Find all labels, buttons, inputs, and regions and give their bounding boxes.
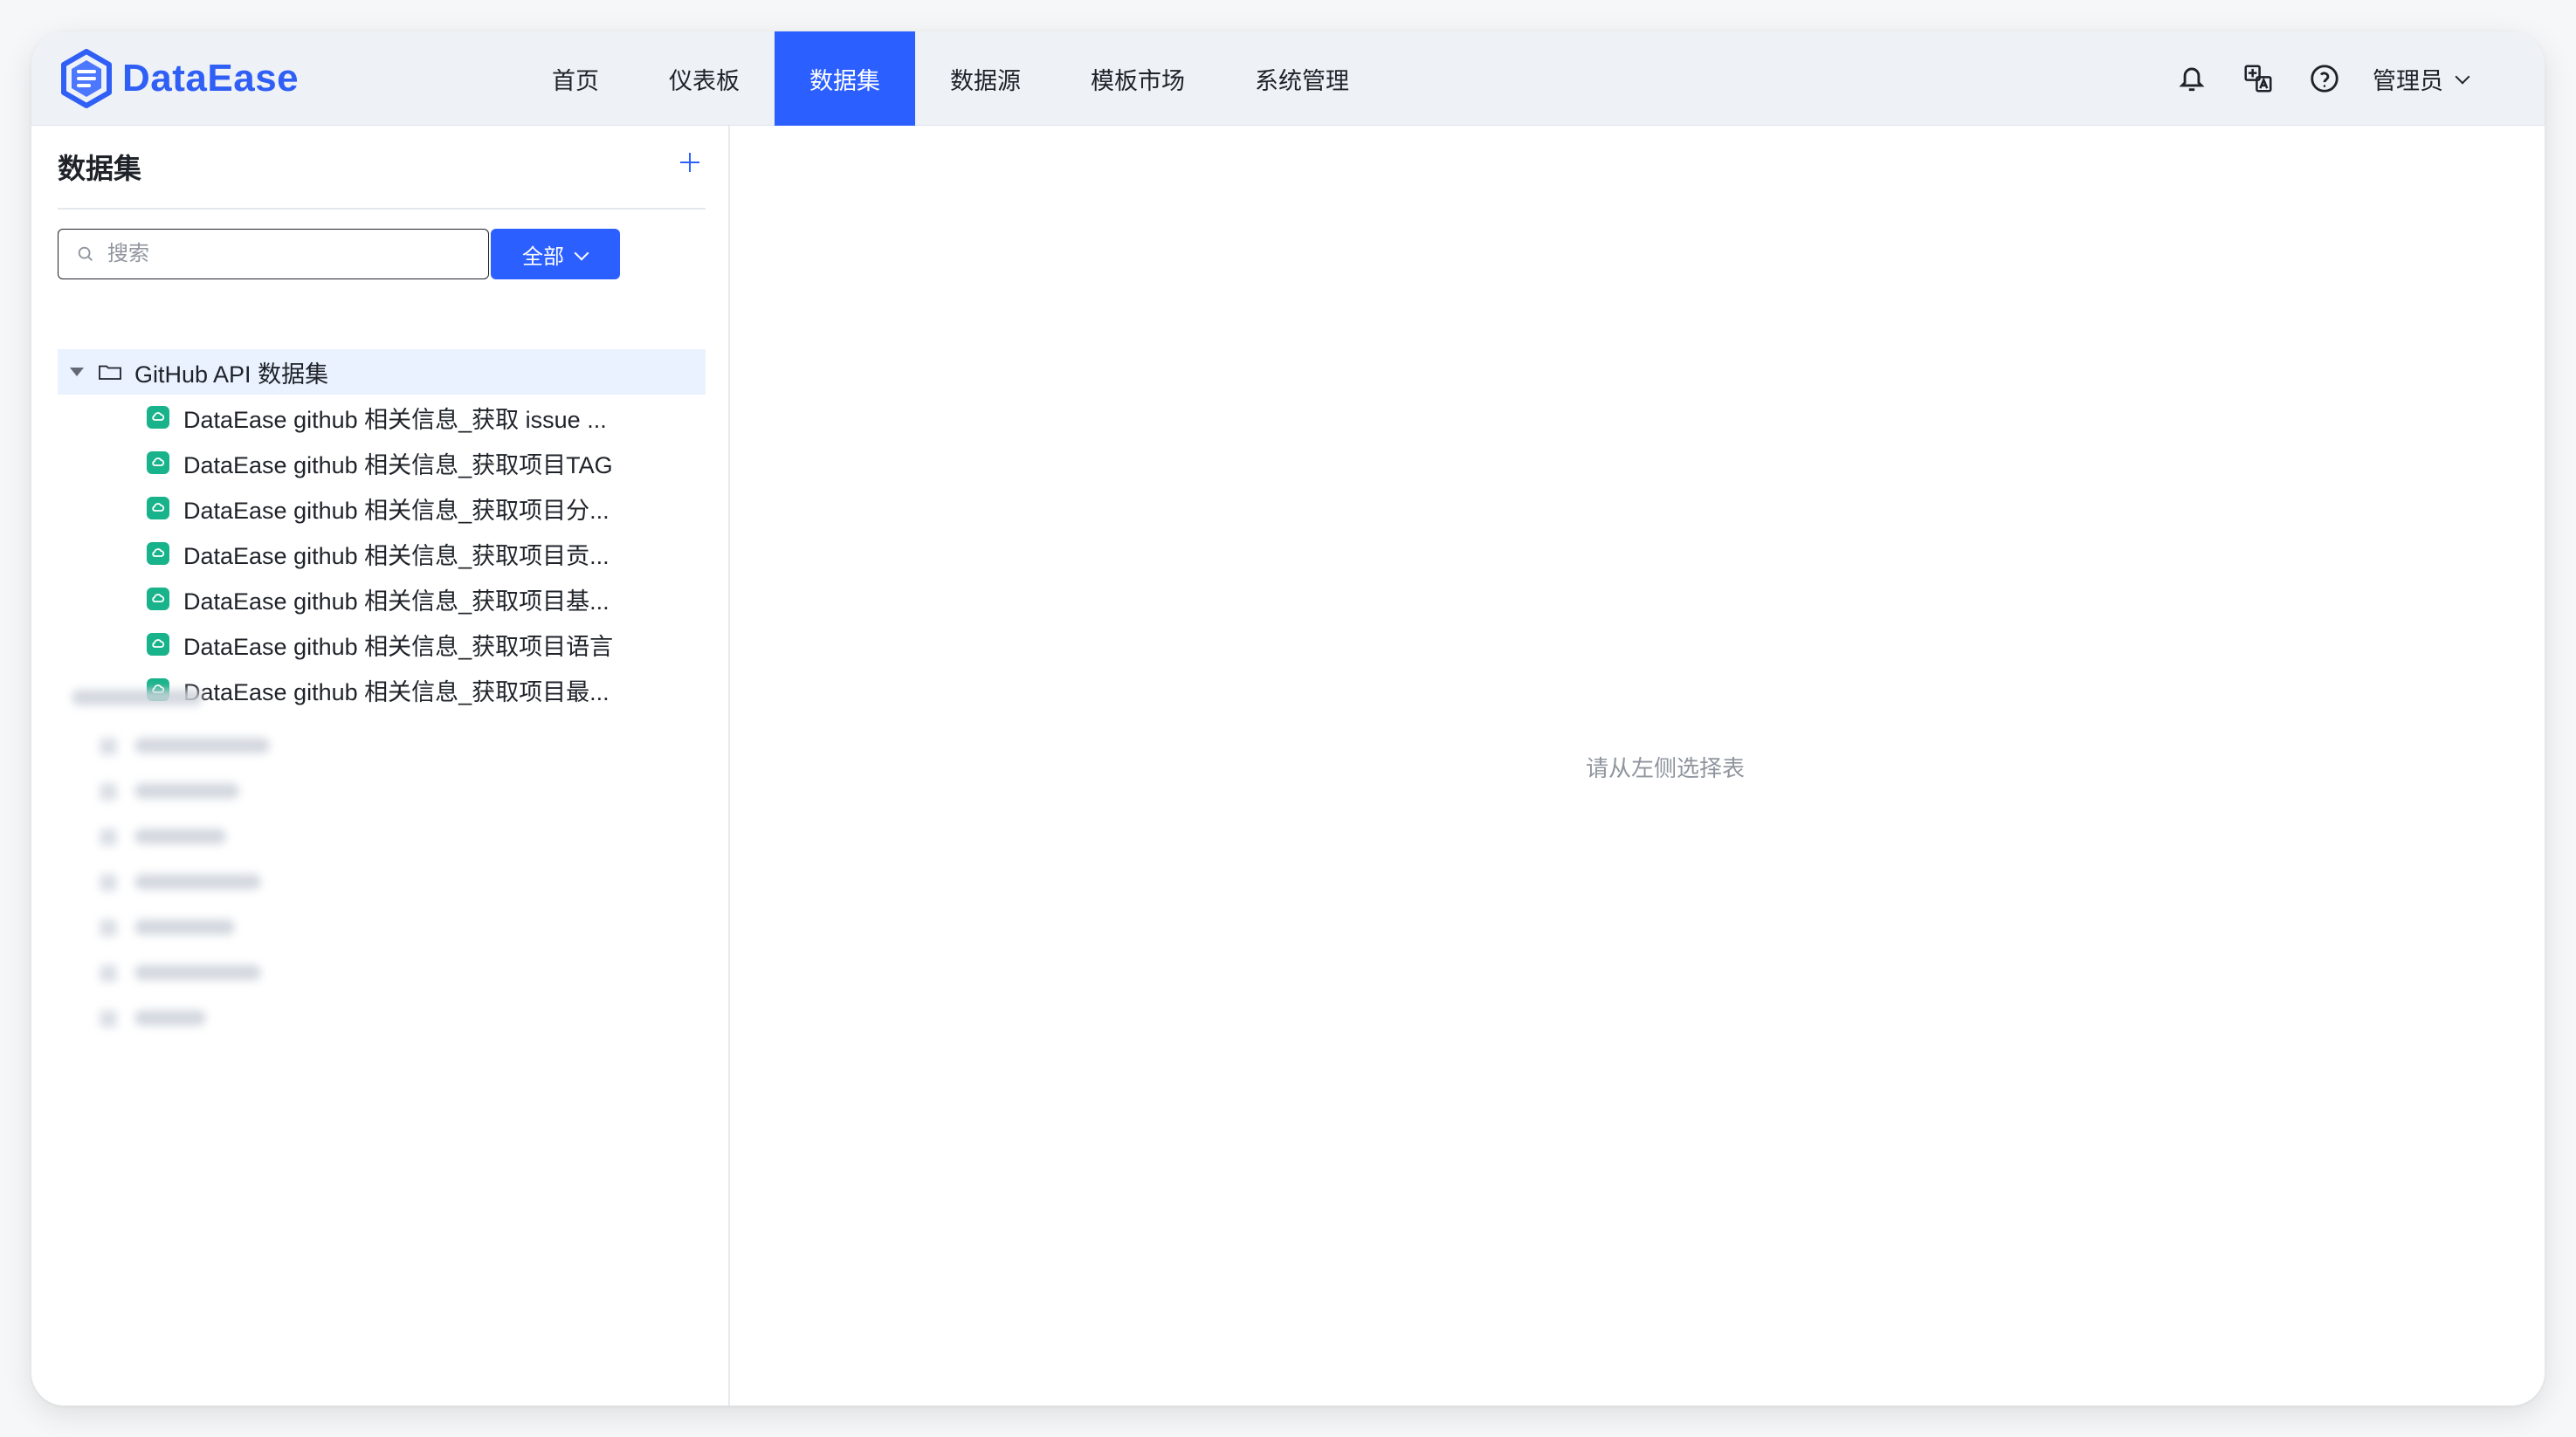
dataset-label: DataEase github 相关信息_获取项目基...: [183, 588, 610, 615]
user-name: 管理员: [2373, 67, 2443, 94]
api-dataset-icon: [147, 497, 169, 519]
folder-label: GitHub API 数据集: [134, 361, 329, 388]
folder-icon: [99, 365, 121, 380]
filter-label: 全部: [522, 244, 564, 269]
dataset-label: DataEase github 相关信息_获取项目TAG: [183, 451, 613, 478]
dataset-item[interactable]: DataEase github 相关信息_获取 issue ...: [58, 395, 706, 440]
top-actions: 管理员: [2173, 31, 2471, 126]
app-window: DataEase 首页 仪表板 数据集 数据源 模板市场 系统管理 管理员 数据…: [31, 31, 2545, 1406]
dataset-item[interactable]: DataEase github 相关信息_获取项目语言: [58, 622, 706, 667]
blurred-icon: [100, 965, 117, 982]
main-navigation: 首页 仪表板 数据集 数据源 模板市场 系统管理: [517, 31, 1384, 126]
blurred-icon: [100, 919, 117, 937]
caret-down-icon[interactable]: [70, 368, 84, 376]
blurred-line: [72, 690, 203, 705]
translate-icon[interactable]: [2240, 60, 2276, 97]
brand-name: DataEase: [122, 57, 300, 100]
search-row: 全部: [58, 229, 620, 279]
api-dataset-icon: [147, 633, 169, 656]
blurred-tree-content: [72, 690, 377, 1179]
sidebar-divider: [58, 208, 706, 210]
dataease-logo-icon: [59, 49, 114, 108]
chevron-down-icon: [2454, 70, 2471, 87]
dataset-item[interactable]: DataEase github 相关信息_获取项目贡...: [58, 531, 706, 576]
nav-datasource[interactable]: 数据源: [915, 31, 1056, 126]
dataset-item[interactable]: DataEase github 相关信息_获取项目TAG: [58, 440, 706, 485]
api-dataset-icon: [147, 451, 169, 474]
dataset-item[interactable]: DataEase github 相关信息_获取项目基...: [58, 576, 706, 622]
sidebar-title: 数据集: [58, 153, 142, 184]
dataset-item[interactable]: DataEase github 相关信息_获取项目分...: [58, 485, 706, 531]
nav-dashboard[interactable]: 仪表板: [634, 31, 775, 126]
folder-github-api[interactable]: GitHub API 数据集: [58, 349, 706, 395]
chevron-down-icon: [573, 246, 589, 262]
search-input[interactable]: [106, 241, 485, 267]
blurred-line: [134, 874, 261, 890]
filter-all-button[interactable]: 全部: [491, 229, 620, 279]
nav-datasets[interactable]: 数据集: [775, 31, 915, 126]
nav-home[interactable]: 首页: [517, 31, 634, 126]
dataset-sidebar: 数据集 全部 GitHub API 数据集: [31, 126, 730, 1406]
nav-template-market[interactable]: 模板市场: [1056, 31, 1220, 126]
nav-system-management[interactable]: 系统管理: [1220, 31, 1384, 126]
add-dataset-icon[interactable]: [678, 150, 702, 175]
blurred-icon: [100, 783, 117, 801]
blurred-line: [134, 783, 239, 799]
empty-state-message: 请从左侧选择表: [1586, 755, 1746, 781]
dataset-tree: GitHub API 数据集 DataEase github 相关信息_获取 i…: [58, 349, 706, 712]
api-dataset-icon: [147, 406, 169, 429]
bell-icon[interactable]: [2173, 60, 2210, 97]
help-icon[interactable]: [2306, 60, 2343, 97]
dataset-label: DataEase github 相关信息_获取项目贡...: [183, 542, 610, 569]
dataset-label: DataEase github 相关信息_获取项目语言: [183, 633, 614, 660]
blurred-line: [134, 965, 261, 980]
api-dataset-icon: [147, 542, 169, 565]
main-content: 请从左侧选择表: [730, 126, 2545, 1406]
api-dataset-icon: [147, 588, 169, 610]
search-icon: [78, 246, 93, 261]
search-box[interactable]: [58, 229, 489, 279]
blurred-icon: [100, 874, 117, 891]
top-navigation-bar: DataEase 首页 仪表板 数据集 数据源 模板市场 系统管理 管理员: [31, 31, 2545, 126]
blurred-line: [134, 829, 226, 844]
blurred-icon: [100, 1010, 117, 1028]
dataset-label: DataEase github 相关信息_获取项目分...: [183, 497, 610, 524]
dataset-label: DataEase github 相关信息_获取 issue ...: [183, 406, 607, 433]
blurred-icon: [100, 738, 117, 755]
user-menu[interactable]: 管理员: [2373, 62, 2471, 96]
brand[interactable]: DataEase: [59, 45, 299, 112]
blurred-line: [134, 738, 270, 753]
blurred-line: [134, 919, 235, 935]
blurred-icon: [100, 829, 117, 846]
blurred-line: [134, 1010, 206, 1026]
